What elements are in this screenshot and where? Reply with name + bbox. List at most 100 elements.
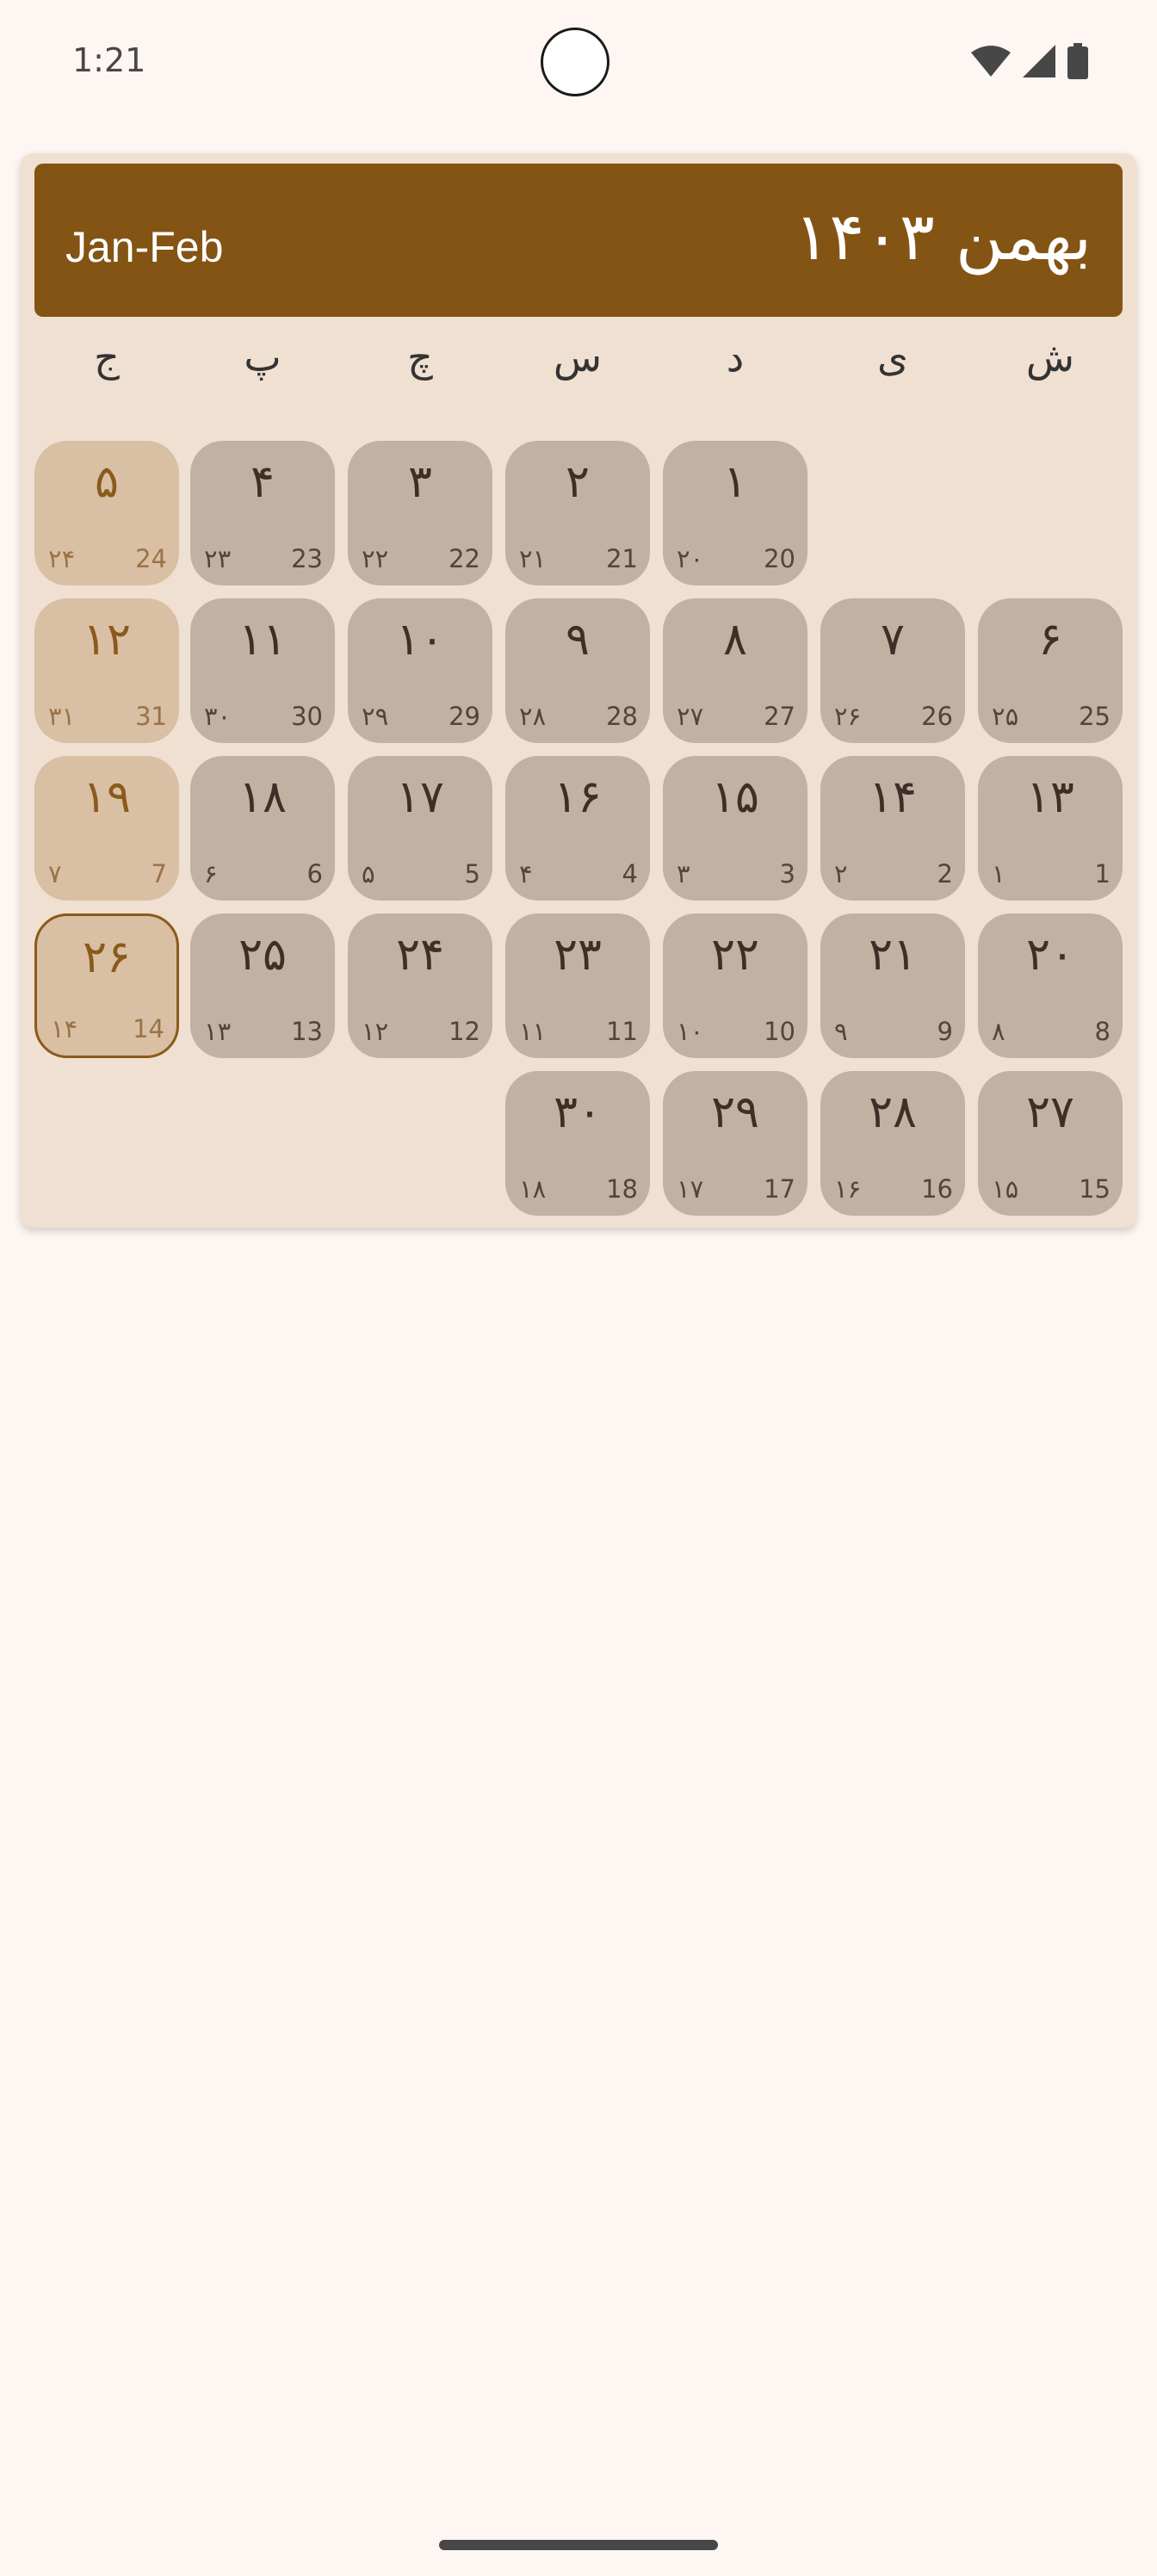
gregorian-day-number: 12 <box>449 1017 480 1046</box>
gregorian-day-number: 29 <box>449 702 480 731</box>
status-bar: 1:21 <box>0 0 1157 129</box>
day-cell[interactable]: ۱۰ 29 ۲۹ <box>348 598 492 743</box>
cellular-signal-icon <box>1023 45 1055 81</box>
persian-day-number: ۱ <box>723 456 747 508</box>
gregorian-day-number-persian-digits: ۹ <box>834 1017 848 1046</box>
day-cell[interactable]: ۷ 26 ۲۶ <box>820 598 965 743</box>
wifi-icon <box>971 46 1011 80</box>
gregorian-day-number: 8 <box>1094 1017 1111 1046</box>
gregorian-day-number-persian-digits: ۳ <box>677 859 690 889</box>
weekday-sun: ی <box>876 334 908 381</box>
day-cell[interactable]: ۲ 21 ۲۱ <box>505 441 650 585</box>
gregorian-day-number-persian-digits: ۱۱ <box>519 1017 547 1046</box>
day-cell[interactable]: ۱۷ 5 ۵ <box>348 756 492 901</box>
gregorian-day-number: 16 <box>921 1174 953 1204</box>
day-cell[interactable]: ۲۸ 16 ۱۶ <box>820 1071 965 1216</box>
gregorian-day-number-persian-digits: ۲ <box>834 859 848 889</box>
day-cell[interactable]: ۱۴ 2 ۲ <box>820 756 965 901</box>
day-cell[interactable]: ۱۵ 3 ۳ <box>663 756 807 901</box>
persian-day-number: ۲ <box>566 456 590 508</box>
persian-day-number: ۲۶ <box>83 932 131 983</box>
gregorian-day-number-persian-digits: ۱۰ <box>677 1017 704 1046</box>
gregorian-day-number-persian-digits: ۴ <box>519 859 533 889</box>
weekday-tue: س <box>553 334 603 381</box>
gregorian-day-number-persian-digits: ۱۳ <box>204 1017 232 1046</box>
day-cell[interactable]: ۲۳ 11 ۱۱ <box>505 913 650 1058</box>
day-cell[interactable]: ۱۶ 4 ۴ <box>505 756 650 901</box>
gregorian-day-number: 15 <box>1079 1174 1111 1204</box>
persian-day-number: ۲۹ <box>711 1087 759 1138</box>
day-cell[interactable]: ۲۹ 17 ۱۷ <box>663 1071 807 1216</box>
day-cell[interactable]: ۶ 25 ۲۵ <box>978 598 1123 743</box>
gregorian-day-number-persian-digits: ۱۶ <box>834 1174 862 1204</box>
gregorian-day-number: 3 <box>779 859 795 889</box>
day-cell[interactable]: ۸ 27 ۲۷ <box>663 598 807 743</box>
day-cell-today[interactable]: ۲۶ 14 ۱۴ <box>34 913 179 1058</box>
weekday-row: ش ی د س چ پ ج <box>34 334 1123 386</box>
persian-day-number: ۱۲ <box>83 614 131 666</box>
persian-day-number: ۱۳ <box>1026 771 1074 823</box>
day-cell[interactable]: ۲۴ 12 ۱۲ <box>348 913 492 1058</box>
day-cell[interactable]: ۳۰ 18 ۱۸ <box>505 1071 650 1216</box>
gregorian-day-number: 9 <box>937 1017 953 1046</box>
gregorian-day-number: 30 <box>291 702 323 731</box>
weekday-mon: د <box>726 334 745 381</box>
gregorian-day-number: 13 <box>291 1017 323 1046</box>
persian-day-number: ۲۰ <box>1026 929 1074 981</box>
weekday-thu: پ <box>244 334 282 381</box>
day-cell[interactable]: ۱ 20 ۲۰ <box>663 441 807 585</box>
gregorian-day-number-persian-digits: ۲۴ <box>48 544 76 573</box>
persian-day-number: ۱۶ <box>554 771 602 823</box>
day-cell[interactable]: ۲۱ 9 ۹ <box>820 913 965 1058</box>
persian-day-number: ۸ <box>723 614 747 666</box>
gregorian-day-number: 21 <box>606 544 638 573</box>
persian-day-number: ۲۴ <box>396 929 444 981</box>
persian-day-number: ۲۱ <box>869 929 917 981</box>
day-cell[interactable]: ۱۱ 30 ۳۰ <box>190 598 335 743</box>
persian-day-number: ۹ <box>566 614 590 666</box>
day-cell[interactable]: ۲۰ 8 ۸ <box>978 913 1123 1058</box>
gregorian-day-number-persian-digits: ۱۸ <box>519 1174 547 1204</box>
day-cell[interactable]: ۱۲ 31 ۳۱ <box>34 598 179 743</box>
persian-day-number: ۷ <box>881 614 905 666</box>
gregorian-day-number: 7 <box>151 859 167 889</box>
persian-day-number: ۲۸ <box>869 1087 917 1138</box>
persian-day-number: ۱۰ <box>396 614 444 666</box>
gregorian-day-number-persian-digits: ۵ <box>362 859 375 889</box>
persian-day-number: ۲۵ <box>238 929 287 981</box>
day-cell[interactable]: ۲۵ 13 ۱۳ <box>190 913 335 1058</box>
gregorian-day-number: 22 <box>449 544 480 573</box>
day-cell[interactable]: ۳ 22 ۲۲ <box>348 441 492 585</box>
gesture-navigation-bar[interactable] <box>439 2540 718 2550</box>
gregorian-day-number-persian-digits: ۲۱ <box>519 544 547 573</box>
weekday-sat: ش <box>1025 334 1075 381</box>
gregorian-day-number: 5 <box>464 859 480 889</box>
persian-month-title: بهمن ۱۴۰۳ <box>794 198 1092 275</box>
calendar-card: بهمن ۱۴۰۳ Jan-Feb ش ی د س چ پ ج ۱ 20 ۲۰ ۲ 21… <box>21 153 1136 1228</box>
day-cell[interactable]: ۹ 28 ۲۸ <box>505 598 650 743</box>
gregorian-day-number-persian-digits: ۱۴ <box>51 1014 78 1043</box>
gregorian-day-number-persian-digits: ۲۹ <box>362 702 389 731</box>
status-time: 1:21 <box>72 41 146 79</box>
persian-day-number: ۵ <box>95 456 119 508</box>
gregorian-day-number-persian-digits: ۱۵ <box>992 1174 1019 1204</box>
day-cell[interactable]: ۲۷ 15 ۱۵ <box>978 1071 1123 1216</box>
day-cell[interactable]: ۱۹ 7 ۷ <box>34 756 179 901</box>
day-cell[interactable]: ۱۳ 1 ۱ <box>978 756 1123 901</box>
day-cell[interactable]: ۲۲ 10 ۱۰ <box>663 913 807 1058</box>
persian-day-number: ۲۲ <box>711 929 759 981</box>
persian-day-number: ۱۸ <box>238 771 287 823</box>
persian-day-number: ۲۳ <box>554 929 602 981</box>
day-cell[interactable]: ۵ 24 ۲۴ <box>34 441 179 585</box>
day-cell[interactable]: ۱۸ 6 ۶ <box>190 756 335 901</box>
gregorian-day-number-persian-digits: ۳۱ <box>48 702 76 731</box>
gregorian-day-number: 20 <box>764 544 795 573</box>
month-header[interactable]: بهمن ۱۴۰۳ Jan-Feb <box>34 164 1123 317</box>
gregorian-day-number: 31 <box>135 702 167 731</box>
camera-cutout <box>541 28 609 96</box>
gregorian-day-number: 28 <box>606 702 638 731</box>
gregorian-day-number: 2 <box>937 859 953 889</box>
days-grid: ۱ 20 ۲۰ ۲ 21 ۲۱ ۳ 22 ۲۲ ۴ 23 ۲۳ ۵ 24 ۲۴ ۶ 25 ۲۵ ۷ 26 ۲۶ ۸ 27 ۲۷… <box>34 441 1123 1216</box>
persian-day-number: ۳ <box>408 456 432 508</box>
day-cell[interactable]: ۴ 23 ۲۳ <box>190 441 335 585</box>
